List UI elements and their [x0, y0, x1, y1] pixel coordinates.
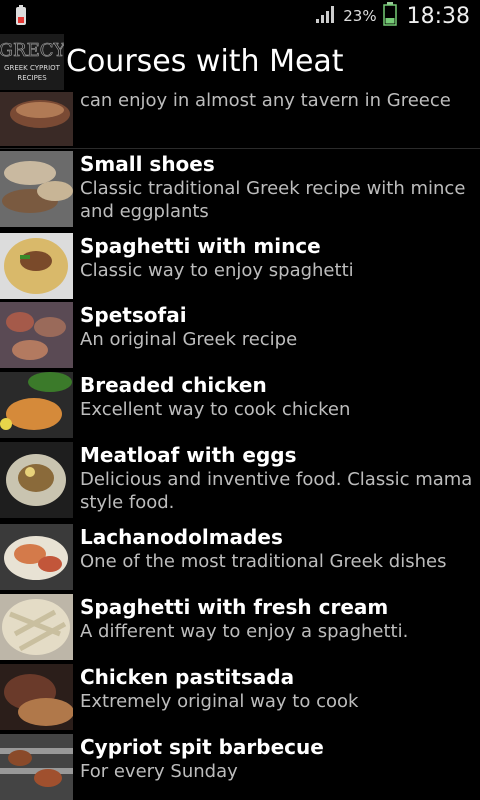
recipe-row[interactable]: Cypriot spit barbecue For every Sunday — [0, 732, 480, 800]
recipe-title: Spaghetti with fresh cream — [80, 595, 389, 619]
recipe-row[interactable]: Small shoes Classic traditional Greek re… — [0, 149, 480, 232]
recipe-thumbnail — [0, 372, 73, 438]
battery-icon — [382, 2, 397, 30]
recipe-description: Delicious and inventive food. Classic ma… — [80, 469, 473, 513]
recipe-description: Classic way to enjoy spaghetti — [80, 260, 354, 281]
recipe-row[interactable]: Breaded chicken Excellent way to cook ch… — [0, 370, 480, 441]
recipe-description: Excellent way to cook chicken — [80, 399, 351, 420]
clock: 18:38 — [406, 3, 470, 29]
recipe-title: Cypriot spit barbecue — [80, 735, 324, 759]
recipe-row[interactable]: Lachanodolmades One of the most traditio… — [0, 522, 480, 593]
recipe-description: An original Greek recipe — [80, 329, 298, 350]
recipe-row[interactable]: Spaghetti with fresh cream A different w… — [0, 592, 480, 663]
battery-percent: 23% — [343, 7, 377, 25]
app-logo[interactable]: GRECY GREEK CYPRIOT RECIPES — [0, 34, 67, 90]
recipe-list[interactable]: One of the most famous courses which we … — [0, 92, 480, 800]
recipe-thumbnail — [0, 302, 73, 368]
recipe-description: Extremely original way to cook — [80, 691, 359, 712]
recipe-title: Spetsofai — [80, 303, 187, 327]
logo-subtitle: GREEK CYPRIOT — [4, 64, 61, 72]
recipe-thumbnail — [0, 524, 73, 590]
signal-icon — [315, 4, 337, 28]
recipe-row[interactable]: One of the most famous courses which we … — [0, 92, 480, 149]
screen-title: Courses with Meat — [66, 44, 344, 79]
recipe-row[interactable]: Spaghetti with mince Classic way to enjo… — [0, 231, 480, 301]
recipe-row[interactable]: Spetsofai An original Greek recipe — [0, 300, 480, 371]
recipe-thumbnail — [0, 442, 73, 518]
recipe-title: Spaghetti with mince — [80, 234, 321, 258]
recipe-thumbnail — [0, 233, 73, 299]
recipe-row[interactable]: Chicken pastitsada Extremely original wa… — [0, 662, 480, 733]
recipe-description: A different way to enjoy a spaghetti. — [80, 621, 409, 642]
logo-subtitle-2: RECIPES — [17, 74, 47, 82]
recipe-thumbnail — [0, 92, 73, 146]
recipe-title: Lachanodolmades — [80, 525, 283, 549]
recipe-title: Small shoes — [80, 152, 215, 176]
app-notification-icon — [10, 4, 32, 28]
recipe-thumbnail — [0, 664, 73, 730]
recipe-title: Chicken pastitsada — [80, 665, 295, 689]
recipe-thumbnail — [0, 594, 73, 660]
recipe-title: Meatloaf with eggs — [80, 443, 297, 467]
recipe-thumbnail — [0, 151, 73, 227]
recipe-thumbnail — [0, 734, 73, 800]
status-bar: 23% 18:38 — [0, 0, 480, 32]
recipe-description: One of the most traditional Greek dishes — [80, 551, 447, 572]
recipe-row[interactable]: Meatloaf with eggs Delicious and inventi… — [0, 440, 480, 523]
recipe-description: One of the most famous courses which we … — [80, 92, 451, 111]
recipe-description: For every Sunday — [80, 761, 238, 782]
action-bar: GRECY GREEK CYPRIOT RECIPES Courses with… — [0, 32, 480, 93]
recipe-description: Classic traditional Greek recipe with mi… — [80, 178, 466, 222]
recipe-title: Breaded chicken — [80, 373, 267, 397]
logo-wordmark: GRECY — [0, 40, 64, 61]
